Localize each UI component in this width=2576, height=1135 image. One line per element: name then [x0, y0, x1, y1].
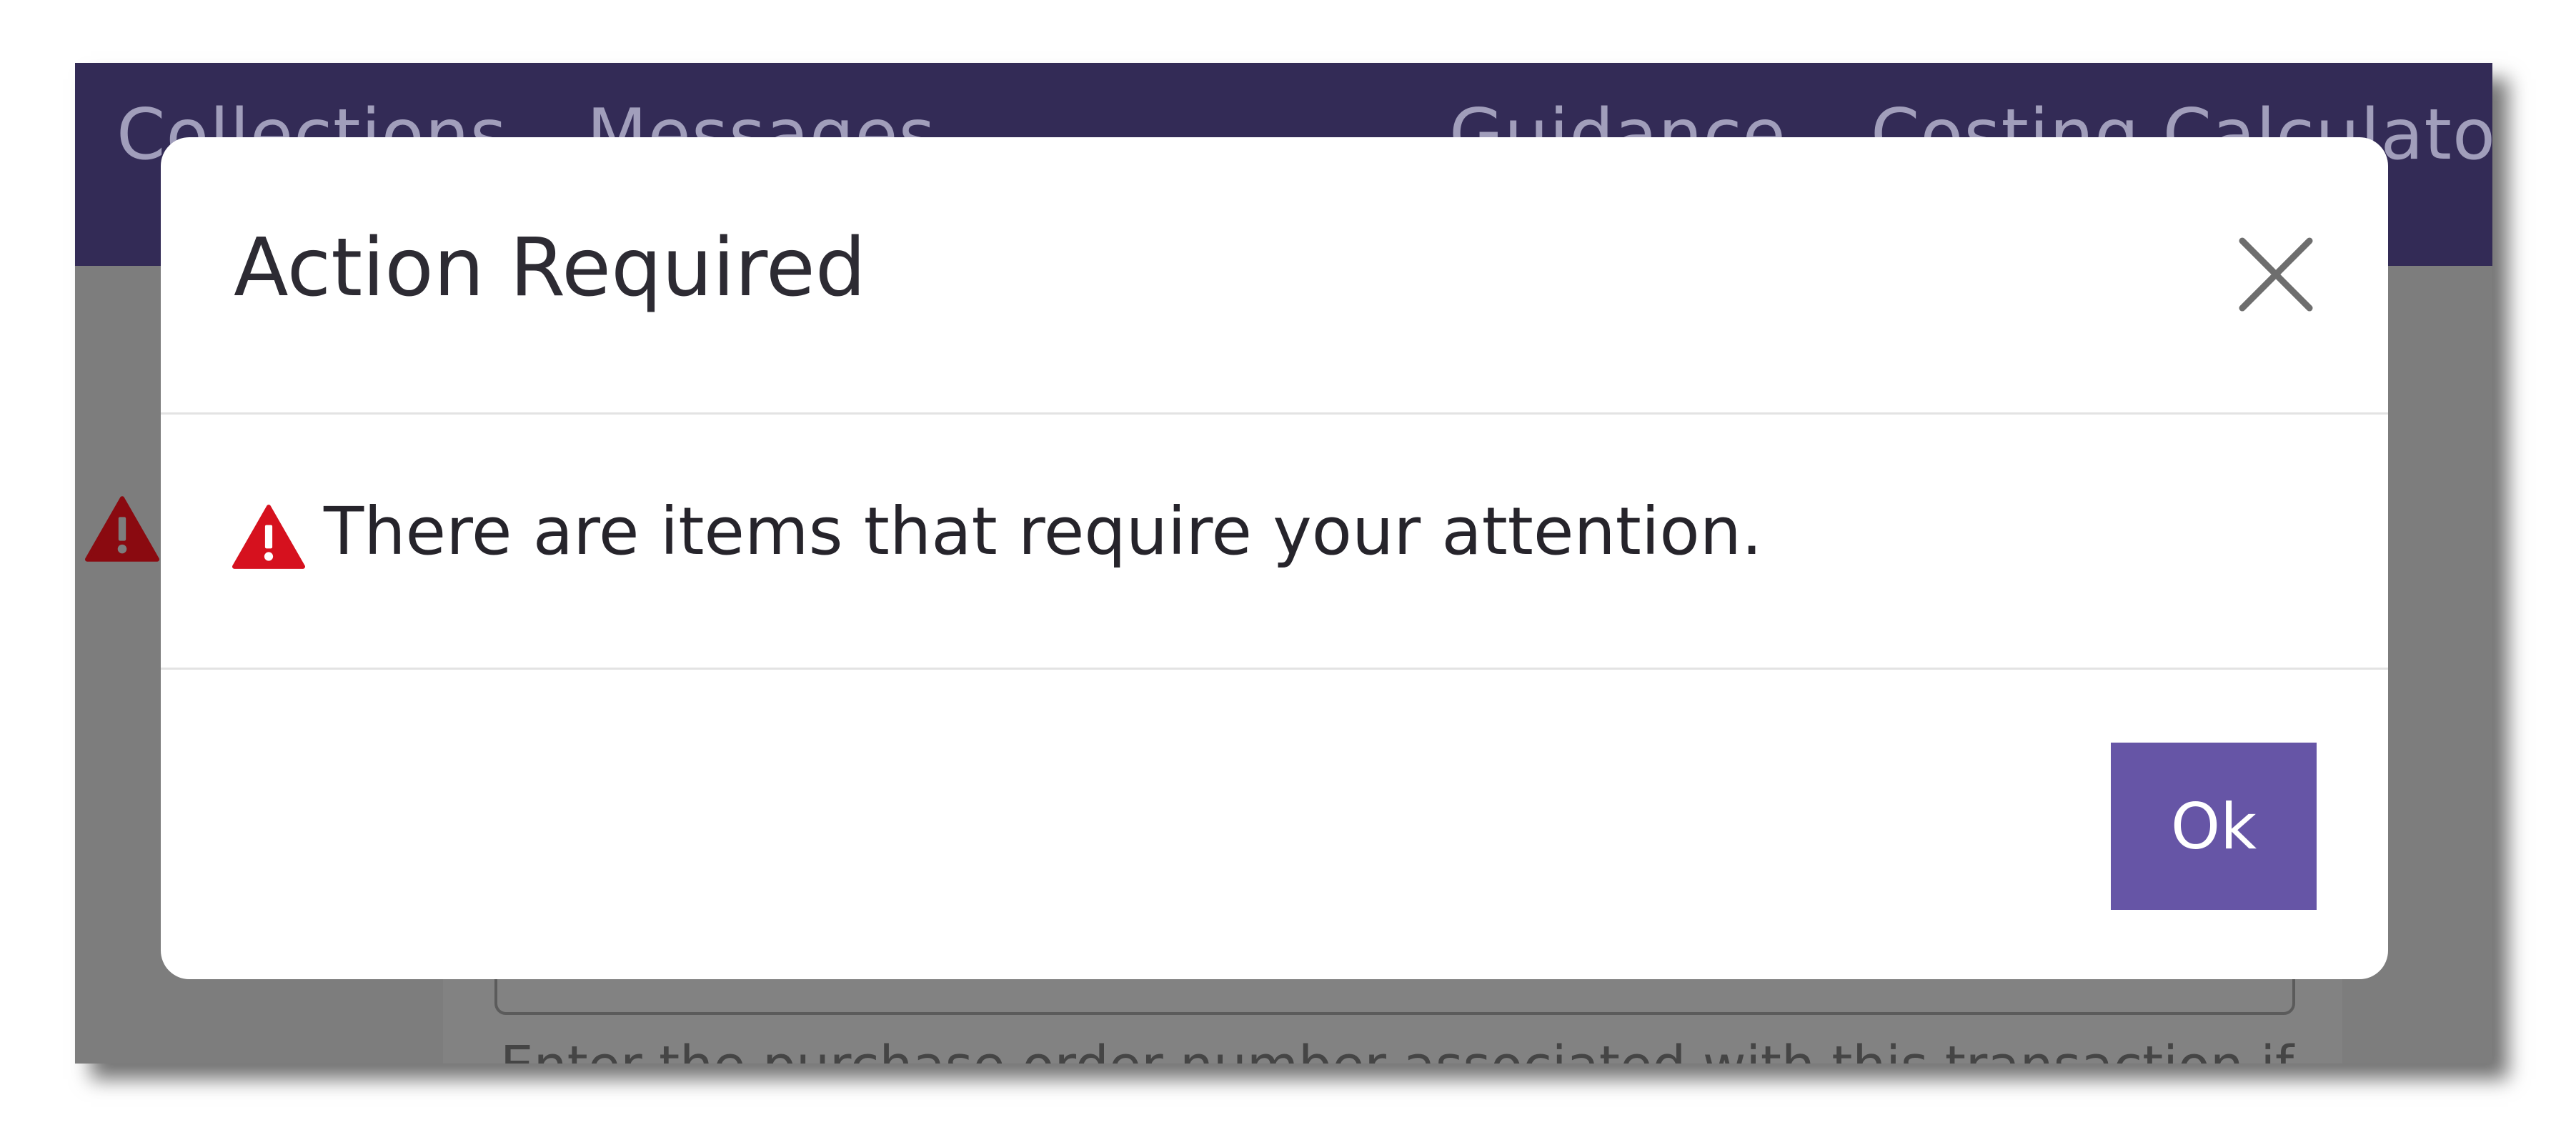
- purchase-order-help-text: Enter the purchase order number associat…: [500, 1035, 2294, 1064]
- modal-message: There are items that require your attent…: [324, 493, 1763, 570]
- action-required-modal: Action Required There are items that req…: [161, 137, 2388, 979]
- modal-body: There are items that require your attent…: [161, 415, 2388, 670]
- modal-header: Action Required: [161, 137, 2388, 415]
- warning-icon: [85, 496, 159, 562]
- modal-title: Action Required: [234, 222, 866, 314]
- ok-button[interactable]: Ok: [2111, 743, 2317, 910]
- close-icon[interactable]: [2236, 234, 2316, 314]
- warning-triangle-icon: [232, 505, 305, 569]
